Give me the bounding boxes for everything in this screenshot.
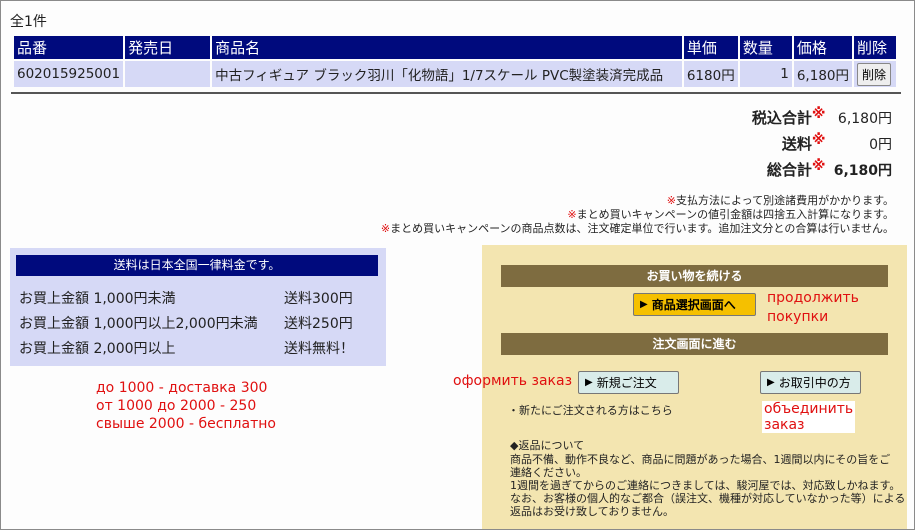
shipping-value: 0円 — [869, 137, 892, 153]
continue-shopping-bar: お買い物を続ける — [501, 265, 888, 287]
shipping-label: 送料 — [781, 135, 812, 153]
item-unit-price: 6180円 — [683, 61, 738, 87]
play-arrow-icon: ▶ — [767, 377, 775, 388]
col-code: 品番 — [14, 36, 124, 59]
shipping-fee-table: 送料は日本全国一律料金です。 お買上金額 1,000円未満 送料300円 お買上… — [10, 248, 386, 366]
grand-total-row: 総合計※ 6,180円 — [752, 157, 892, 183]
grand-total-value: 6,180円 — [833, 163, 892, 179]
grand-total-label: 総合計 — [766, 161, 812, 179]
col-name: 商品名 — [212, 36, 682, 59]
note-line: ※まとめ買いキャンペーンの値引金額は四捨五入計算になります。 — [567, 208, 894, 221]
proceed-order-bar: 注文画面に進む — [501, 333, 888, 355]
asterisk-mark: ※ — [811, 132, 826, 148]
annotation-shipping-ru: до 1000 - доставка 300 от 1000 до 2000 -… — [96, 380, 276, 432]
totals-block: 税込合計※ 6,180円 送料※ 0円 総合計※ 6,180円 — [752, 105, 892, 183]
annotation-order-ru: оформить заказ — [453, 373, 573, 389]
returns-text: 商品不備、動作不良など、商品に問題があった場合、1週間以内にその旨をご 連絡くだ… — [510, 453, 906, 518]
col-price: 価格 — [793, 36, 852, 59]
col-qty: 数量 — [739, 36, 792, 59]
shipping-row: 送料※ 0円 — [752, 131, 892, 157]
item-release — [125, 61, 211, 87]
shipping-fee-header: 送料は日本全国一律料金です。 — [16, 255, 378, 276]
subtotal-label: 税込合計 — [751, 109, 812, 127]
delete-button[interactable]: 削除 — [857, 62, 892, 86]
col-release: 発売日 — [125, 36, 211, 59]
new-order-hint: ・新たにご注文される方はこちら — [508, 404, 673, 417]
item-qty: 1 — [739, 61, 792, 87]
cart-table: 品番 発売日 商品名 単価 数量 価格 削除 602015925001 中古フィ… — [12, 34, 898, 89]
shipping-fee-row: お買上金額 2,000円以上 送料無料！ — [19, 341, 354, 357]
notes-block: ※支払方法によって別途諸費用がかかります。 ※まとめ買いキャンペーンの値引金額は… — [381, 194, 894, 236]
cart-page: 全1件 品番 発売日 商品名 単価 数量 価格 削除 602015925001 … — [0, 0, 915, 530]
shipping-fee-row: お買上金額 1,000円以上2,000円未満 送料250円 — [19, 316, 353, 332]
returns-title: ◆返品について — [510, 439, 585, 452]
play-arrow-icon: ▶ — [585, 377, 593, 388]
annotation-continue-ru: продолжить покупки — [767, 290, 859, 325]
note-line: ※支払方法によって別途諸費用がかかります。 — [666, 194, 894, 207]
col-unit-price: 単価 — [683, 36, 738, 59]
col-delete: 削除 — [854, 36, 896, 59]
asterisk-mark: ※ — [811, 158, 826, 174]
item-delete-cell: 削除 — [854, 61, 896, 87]
table-row: 602015925001 中古フィギュア ブラック羽川「化物語」1/7スケール … — [14, 61, 896, 87]
cart-header-row: 品番 発売日 商品名 単価 数量 価格 削除 — [14, 36, 896, 59]
item-price: 6,180円 — [793, 61, 852, 87]
annotation-merge-ru: объединить заказ — [762, 401, 856, 433]
play-arrow-icon: ▶ — [640, 299, 648, 310]
shipping-fee-row: お買上金額 1,000円未満 送料300円 — [19, 291, 353, 307]
item-count: 全1件 — [10, 14, 47, 30]
continue-shopping-button[interactable]: ▶ 商品選択画面へ — [633, 293, 756, 316]
item-code: 602015925001 — [14, 61, 124, 87]
subtotal-value: 6,180円 — [837, 111, 892, 127]
note-line: ※まとめ買いキャンペーンの商品点数は、注文確定単位で行います。追加注文分との合算… — [380, 222, 894, 235]
existing-order-button[interactable]: ▶ お取引中の方 — [760, 371, 861, 394]
item-name: 中古フィギュア ブラック羽川「化物語」1/7スケール PVC製塗装済完成品 — [212, 61, 682, 87]
new-order-button[interactable]: ▶ 新規ご注文 — [578, 371, 679, 394]
subtotal-row: 税込合計※ 6,180円 — [752, 105, 892, 131]
divider — [11, 92, 901, 94]
asterisk-mark: ※ — [811, 106, 826, 122]
